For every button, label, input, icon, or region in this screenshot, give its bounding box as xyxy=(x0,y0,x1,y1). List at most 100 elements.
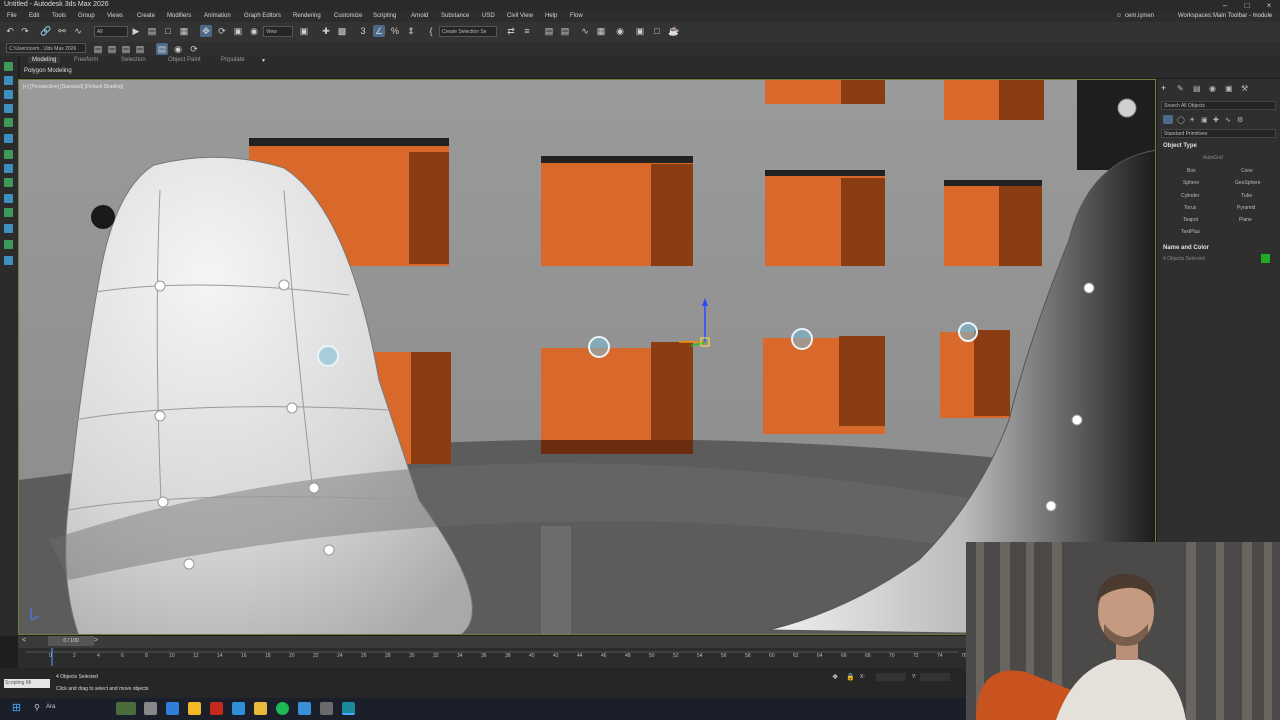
spinner-snap-icon[interactable]: ⇕ xyxy=(405,25,417,37)
open-icon[interactable]: ▤ xyxy=(92,43,104,55)
project-path-field[interactable]: C:\Users\cem...\3ds Max 2026 xyxy=(6,43,86,53)
schematic-view-icon[interactable]: ▦ xyxy=(595,25,607,37)
selected-object-pivot[interactable] xyxy=(958,322,978,342)
menu-tools[interactable]: Tools xyxy=(52,13,66,19)
redo-icon[interactable]: ↷ xyxy=(19,25,31,37)
select-manipulate-icon[interactable]: ✚ xyxy=(320,25,332,37)
torus-button[interactable]: Torus xyxy=(1184,205,1196,211)
toggle-ribbon-icon[interactable]: ▤ xyxy=(156,43,168,55)
selected-object-pivot[interactable] xyxy=(588,336,610,358)
spacewarps-icon[interactable]: ∿ xyxy=(1225,116,1231,124)
modify-icon[interactable] xyxy=(4,76,13,85)
menu-views[interactable]: Views xyxy=(107,13,123,19)
search-icon[interactable]: ⚲ xyxy=(34,703,40,712)
app-icon[interactable] xyxy=(320,702,333,715)
3dsmax-taskbar-icon[interactable] xyxy=(342,702,355,715)
taskbar-search-label[interactable]: Ara xyxy=(46,704,55,710)
reference-coordinate-dropdown[interactable]: View xyxy=(263,26,293,37)
shapes-icon[interactable]: ◯ xyxy=(1177,116,1185,124)
category-dropdown[interactable]: Standard Primitives xyxy=(1161,129,1276,138)
next-frame-icon[interactable]: > xyxy=(94,637,98,644)
place-icon[interactable]: ◉ xyxy=(248,25,260,37)
select-by-name-icon[interactable]: ▤ xyxy=(146,25,158,37)
pivot-center-icon[interactable]: ▣ xyxy=(298,25,310,37)
maximize-button[interactable]: □ xyxy=(1236,0,1258,11)
menu-customize[interactable]: Customize xyxy=(334,13,362,19)
refresh-icon[interactable]: ⟳ xyxy=(188,43,200,55)
isolate-icon[interactable]: ◉ xyxy=(172,43,184,55)
tube-button[interactable]: Tube xyxy=(1241,193,1252,199)
pyramid-button[interactable]: Pyramid xyxy=(1237,205,1255,211)
app-icon[interactable] xyxy=(298,702,311,715)
create-tab-icon[interactable]: + xyxy=(1161,83,1166,93)
cameras-icon[interactable]: ▣ xyxy=(1201,116,1208,124)
maxscript-listener[interactable]: Scripting Mi xyxy=(4,679,50,688)
start-icon[interactable]: ⊞ xyxy=(10,702,23,715)
selection-lock-icon[interactable]: ❖ xyxy=(832,673,838,681)
utilities-icon[interactable] xyxy=(4,134,13,143)
tab-populate[interactable]: Populate xyxy=(221,57,245,63)
menu-edit[interactable]: Edit xyxy=(29,13,39,19)
object-name-field[interactable]: 4 Objects Selected xyxy=(1163,256,1205,262)
tab-object-paint[interactable]: Object Paint xyxy=(168,57,201,63)
layer-explorer-icon[interactable]: ▤ xyxy=(559,25,571,37)
tab-selection[interactable]: Selection xyxy=(121,57,146,63)
edge-icon[interactable] xyxy=(166,702,179,715)
motion-icon[interactable] xyxy=(4,104,13,113)
textplus-button[interactable]: TextPlus xyxy=(1181,229,1200,235)
create-icon[interactable] xyxy=(4,62,13,71)
motion-tab-icon[interactable]: ◉ xyxy=(1209,84,1216,93)
y-coord-field[interactable] xyxy=(920,673,950,681)
menu-scripting[interactable]: Scripting xyxy=(373,13,396,19)
menu-graph-editors[interactable]: Graph Editors xyxy=(244,13,281,19)
snaps-toggle-icon[interactable]: 3 xyxy=(357,25,369,37)
ribbon-options-icon[interactable]: ▾ xyxy=(262,57,265,64)
x-coord-field[interactable] xyxy=(876,673,906,681)
unlink-icon[interactable]: ⚯ xyxy=(56,25,68,37)
mirror-icon[interactable]: ⇄ xyxy=(505,25,517,37)
geosphere-button[interactable]: GeoSphere xyxy=(1235,180,1261,186)
autogrid-checkbox[interactable]: AutoGrid xyxy=(1203,155,1223,161)
move-icon[interactable]: ✥ xyxy=(200,25,212,37)
chrome-icon[interactable] xyxy=(188,702,201,715)
workspace-dropdown[interactable]: Main Toolbar - module xyxy=(1213,13,1272,19)
menu-group[interactable]: Group xyxy=(78,13,95,19)
time-slider[interactable]: 0 / 100 < > xyxy=(18,636,966,648)
hierarchy-tab-icon[interactable]: ▤ xyxy=(1193,84,1201,93)
render-setup-icon[interactable]: ▣ xyxy=(634,25,646,37)
systems-tool-icon[interactable] xyxy=(4,240,13,249)
selected-object-pivot[interactable] xyxy=(317,345,339,367)
prev-frame-icon[interactable]: < xyxy=(22,637,26,644)
window-crossing-icon[interactable]: ▦ xyxy=(178,25,190,37)
bind-spacewarp-icon[interactable]: ∿ xyxy=(72,25,84,37)
file-explorer-icon[interactable] xyxy=(254,702,267,715)
settings-tool-icon[interactable] xyxy=(4,256,13,265)
named-selection-field[interactable]: Create Selection Se xyxy=(439,26,497,37)
export-icon[interactable]: ▤ xyxy=(134,43,146,55)
edit-named-selection-icon[interactable]: { xyxy=(425,25,437,37)
scale-icon[interactable]: ▣ xyxy=(232,25,244,37)
menu-usd[interactable]: USD xyxy=(482,13,495,19)
tab-modeling[interactable]: Modeling xyxy=(28,57,61,63)
edge-alt-icon[interactable] xyxy=(232,702,245,715)
selection-filter-dropdown[interactable]: All xyxy=(94,26,128,37)
menu-arnold[interactable]: Arnold xyxy=(411,13,428,19)
link-icon[interactable]: 🔗 xyxy=(40,25,52,37)
task-view-icon[interactable] xyxy=(144,702,157,715)
display-icon[interactable] xyxy=(4,118,13,127)
viewcube[interactable] xyxy=(1117,98,1137,118)
teapot-button[interactable]: Teapot xyxy=(1183,217,1198,223)
spotify-icon[interactable] xyxy=(276,702,289,715)
display-tab-icon[interactable]: ▣ xyxy=(1225,84,1233,93)
align-icon[interactable]: ≡ xyxy=(521,25,533,37)
helpers-icon[interactable]: ✚ xyxy=(1213,116,1219,124)
tab-freeform[interactable]: Freeform xyxy=(74,57,98,63)
viewport-label[interactable]: [+] [Perspective] [Standard] [Default Sh… xyxy=(23,84,123,90)
camera-tool-icon[interactable] xyxy=(4,194,13,203)
object-color-swatch[interactable] xyxy=(1261,254,1270,263)
menu-animation[interactable]: Animation xyxy=(204,13,231,19)
selected-object-pivot[interactable] xyxy=(791,328,813,350)
cylinder-button[interactable]: Cylinder xyxy=(1181,193,1199,199)
name-and-color-header[interactable]: Name and Color xyxy=(1163,245,1209,251)
menu-rendering[interactable]: Rendering xyxy=(293,13,321,19)
